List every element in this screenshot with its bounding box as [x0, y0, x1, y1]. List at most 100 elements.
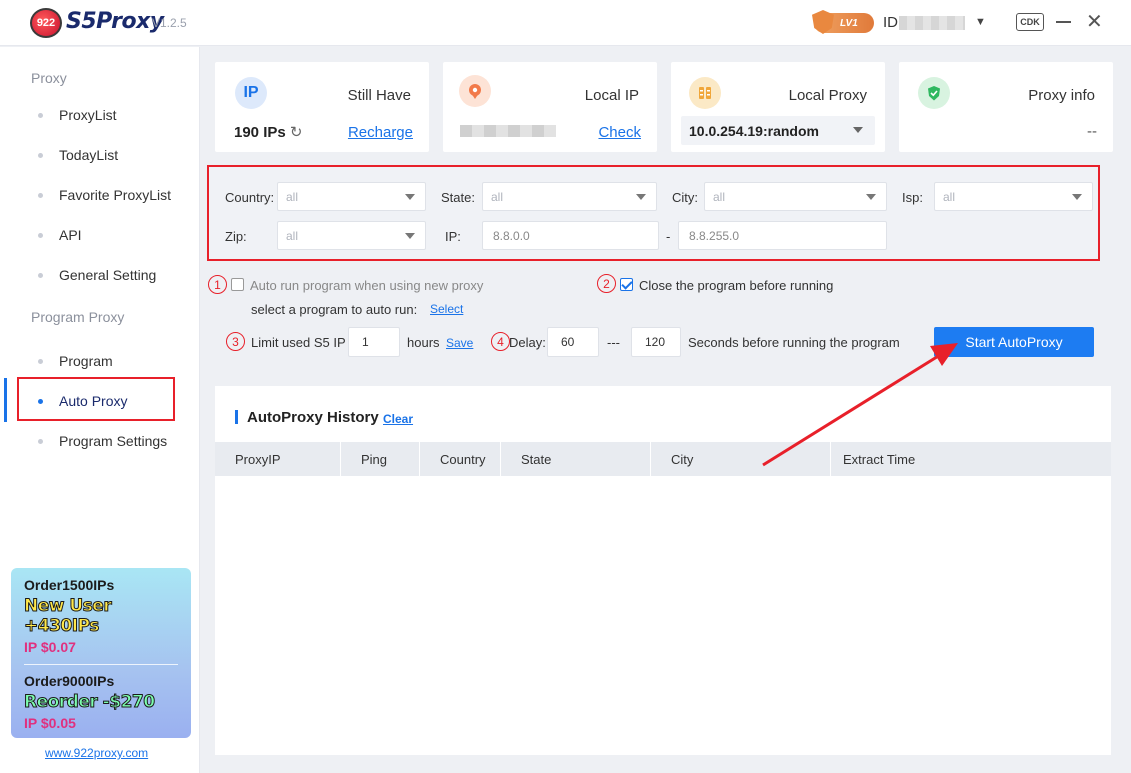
promo-offer2-bonus: Reorder -$270 [24, 692, 156, 713]
sidebar-item-api[interactable]: API [0, 217, 200, 253]
select-program-link[interactable]: Select [430, 302, 463, 316]
local-ip-icon [459, 75, 491, 107]
city-select[interactable]: all [704, 182, 887, 211]
app-logo: 922 [30, 8, 62, 38]
active-indicator [4, 378, 7, 422]
column-header-city[interactable]: City [651, 442, 831, 476]
sidebar-item-todaylist[interactable]: TodayList [0, 137, 200, 173]
ip-from-input[interactable]: 8.8.0.0 [482, 221, 659, 250]
ip-label: IP: [445, 229, 461, 244]
refresh-icon[interactable]: ↻ [290, 124, 303, 141]
delay-max-input[interactable]: 120 [631, 327, 681, 357]
country-value: all [286, 189, 299, 204]
delay-min-input[interactable]: 60 [547, 327, 599, 357]
limit-hours-input[interactable]: 1 [348, 327, 400, 357]
local-proxy-select[interactable]: 10.0.254.19:random [681, 116, 875, 145]
chevron-down-icon [1072, 194, 1082, 200]
step-marker-3: 3 [226, 332, 245, 351]
check-link[interactable]: Check [598, 124, 641, 141]
isp-select[interactable]: all [934, 182, 1093, 211]
card-ip-balance: IP Still Have 190 IPs ↻ Recharge [215, 62, 429, 152]
bullet-icon [38, 193, 43, 198]
promo-offer2-title: Order9000IPs [24, 673, 115, 689]
select-program-label: select a program to auto run: [251, 302, 418, 317]
zip-value: all [286, 228, 299, 243]
state-select[interactable]: all [482, 182, 657, 211]
promo-offer1-title: Order1500IPs [24, 577, 115, 593]
promo-offer1-bonus: New User +430IPs [24, 596, 113, 637]
column-header-ping[interactable]: Ping [341, 442, 420, 476]
sidebar-item-label: Favorite ProxyList [59, 187, 172, 203]
history-title: AutoProxy History [247, 409, 379, 426]
isp-value: all [943, 189, 956, 204]
delay-separator: --- [607, 335, 620, 350]
limit-label: Limit used S5 IP [251, 335, 346, 350]
hours-label: hours [407, 335, 440, 350]
website-link[interactable]: www.922proxy.com [45, 746, 148, 760]
state-label: State: [441, 190, 475, 205]
promo-offer2-price: IP $0.05 [24, 715, 76, 731]
card-local-ip: Local IP Check [443, 62, 657, 152]
sidebar-item-label: Program [59, 353, 113, 369]
proxy-info-value: -- [1087, 123, 1097, 140]
step-marker-4: 4 [491, 332, 510, 351]
isp-label: Isp: [902, 190, 923, 205]
close-before-label: Close the program before running [639, 278, 834, 293]
chevron-down-icon [636, 194, 646, 200]
step-marker-1: 1 [208, 275, 227, 294]
ip-to-input[interactable]: 8.8.255.0 [678, 221, 887, 250]
title-bar: 922 S5Proxy V1.2.5 LV1 ID ▼ CDK ✕ [0, 0, 1131, 46]
country-label: Country: [225, 190, 275, 205]
promo-offer1-price: IP $0.07 [24, 639, 76, 655]
auto-run-checkbox[interactable] [231, 278, 244, 291]
promo-divider [24, 664, 178, 665]
sidebar-section-proxy: Proxy [31, 70, 67, 86]
close-icon[interactable]: ✕ [1086, 10, 1103, 34]
sidebar-section-program: Program Proxy [31, 309, 125, 325]
chevron-down-icon [853, 127, 863, 133]
logo-text: 922 [36, 17, 56, 29]
card-proxy-info: Proxy info -- [899, 62, 1113, 152]
column-header-extract-time[interactable]: Extract Time [831, 442, 1111, 476]
section-accent-bar [235, 410, 238, 424]
country-select[interactable]: all [277, 182, 426, 211]
user-id-masked [899, 16, 965, 30]
column-header-proxyip[interactable]: ProxyIP [215, 442, 341, 476]
card-local-proxy-title: Local Proxy [788, 87, 867, 104]
sidebar-item-general-setting[interactable]: General Setting [0, 257, 200, 293]
local-ip-masked [460, 125, 556, 137]
zip-select[interactable]: all [277, 221, 426, 250]
recharge-link[interactable]: Recharge [348, 124, 413, 141]
cdk-button[interactable]: CDK [1016, 13, 1044, 31]
zip-label: Zip: [225, 229, 247, 244]
column-header-country[interactable]: Country [420, 442, 501, 476]
seconds-label: Seconds before running the program [688, 335, 900, 350]
auto-run-label: Auto run program when using new proxy [250, 278, 484, 293]
bullet-icon [38, 439, 43, 444]
user-id-label: ID [883, 14, 898, 31]
minimize-icon[interactable] [1056, 21, 1071, 23]
sidebar-item-favorite-proxylist[interactable]: Favorite ProxyList [0, 177, 200, 213]
card-ip-title: Still Have [347, 87, 411, 104]
ip-balance-text: 190 IPs [234, 124, 286, 141]
city-label: City: [672, 190, 698, 205]
sidebar-item-program-settings[interactable]: Program Settings [0, 423, 200, 459]
clear-history-link[interactable]: Clear [383, 412, 413, 426]
account-dropdown-icon[interactable]: ▼ [975, 16, 986, 28]
sidebar-item-program[interactable]: Program [0, 343, 200, 379]
bullet-icon [38, 359, 43, 364]
chevron-down-icon [405, 233, 415, 239]
shield-check-icon [918, 77, 950, 109]
start-autoproxy-button[interactable]: Start AutoProxy [934, 327, 1094, 357]
chevron-down-icon [405, 194, 415, 200]
save-link[interactable]: Save [446, 336, 473, 350]
state-value: all [491, 189, 504, 204]
sidebar-item-label: Program Settings [59, 433, 168, 449]
chevron-down-icon [866, 194, 876, 200]
promo-banner[interactable]: Order1500IPs New User +430IPs IP $0.07 O… [11, 568, 191, 738]
close-before-checkbox[interactable] [620, 278, 633, 291]
bullet-icon [38, 273, 43, 278]
sidebar-item-proxylist[interactable]: ProxyList [0, 97, 200, 133]
column-header-state[interactable]: State [501, 442, 651, 476]
local-proxy-icon [689, 77, 721, 109]
